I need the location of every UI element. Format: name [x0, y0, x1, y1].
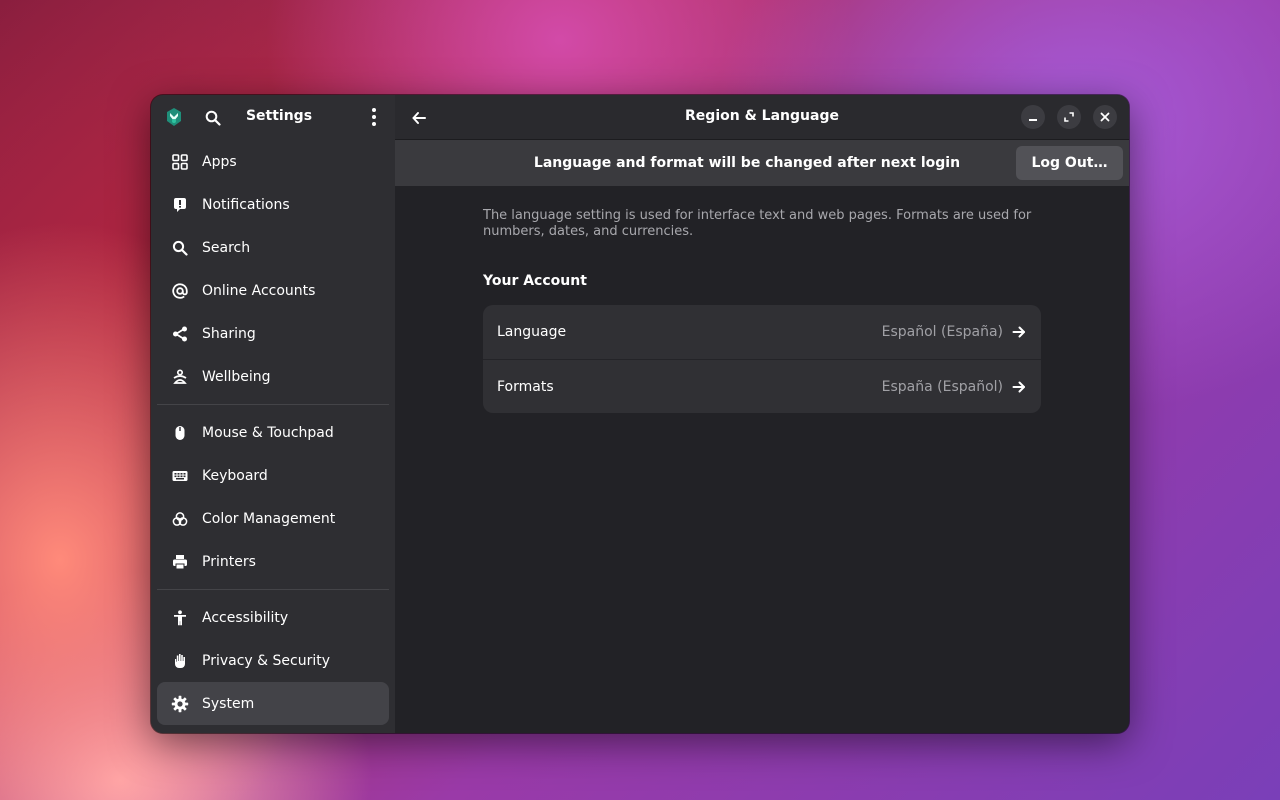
row-value: Español (España)	[881, 324, 1003, 340]
sidebar-item-keyboard[interactable]: Keyboard	[157, 454, 389, 497]
minimize-icon	[1029, 119, 1037, 121]
sidebar-item-search[interactable]: Search	[157, 226, 389, 269]
printer-icon	[171, 553, 189, 571]
hand-icon	[171, 652, 189, 670]
row-label: Language	[497, 324, 567, 340]
sidebar-item-accessibility[interactable]: Accessibility	[157, 596, 389, 639]
sidebar-item-apps[interactable]: Apps	[157, 140, 389, 183]
log-out-button[interactable]: Log Out…	[1016, 146, 1123, 180]
sidebar-item-label: Apps	[202, 153, 237, 170]
bell-icon	[171, 196, 189, 214]
maximize-button[interactable]	[1057, 105, 1081, 129]
close-icon	[1100, 112, 1110, 122]
restore-icon	[1064, 112, 1074, 122]
main-panel: Region & Language Language and format wi…	[395, 95, 1129, 733]
mouse-icon	[171, 424, 189, 442]
sidebar: Settings Apps Notifications Search Onlin…	[151, 95, 395, 733]
apps-grid-icon	[171, 153, 189, 171]
settings-window: Settings Apps Notifications Search Onlin…	[151, 95, 1129, 733]
sidebar-item-label: Online Accounts	[202, 282, 316, 299]
at-icon	[171, 282, 189, 300]
sidebar-item-online-accounts[interactable]: Online Accounts	[157, 269, 389, 312]
sidebar-item-mouse-touchpad[interactable]: Mouse & Touchpad	[157, 411, 389, 454]
sidebar-title: Settings	[245, 108, 313, 124]
section-title: Your Account	[483, 273, 587, 289]
account-settings-card: Language Español (España) Formats España…	[483, 305, 1041, 413]
sidebar-item-label: Privacy & Security	[202, 652, 330, 669]
language-row[interactable]: Language Español (España)	[483, 305, 1041, 359]
row-value: España (Español)	[881, 378, 1003, 395]
sidebar-divider	[157, 589, 389, 590]
sidebar-item-label: Color Management	[202, 510, 336, 527]
header-bar: Region & Language	[395, 95, 1129, 140]
sidebar-item-label: System	[202, 695, 255, 712]
sidebar-item-privacy-security[interactable]: Privacy & Security	[157, 639, 389, 682]
sidebar-item-color-management[interactable]: Color Management	[157, 497, 389, 540]
sidebar-item-label: Mouse & Touchpad	[202, 424, 334, 441]
color-icon	[171, 510, 189, 528]
description-text: The language setting is used for interfa…	[483, 208, 1032, 239]
search-icon	[171, 239, 189, 257]
gear-icon	[171, 695, 189, 713]
share-icon	[171, 325, 189, 343]
wellbeing-icon	[171, 368, 189, 386]
row-label: Formats	[497, 378, 554, 395]
accessibility-icon	[171, 609, 189, 627]
sidebar-item-label: Search	[202, 239, 251, 256]
sidebar-item-sharing[interactable]: Sharing	[157, 312, 389, 355]
close-button[interactable]	[1093, 105, 1117, 129]
sidebar-item-label: Printers	[202, 553, 256, 570]
sidebar-list: Apps Notifications Search Online Account…	[151, 140, 395, 725]
sidebar-item-notifications[interactable]: Notifications	[157, 183, 389, 226]
sidebar-item-wellbeing[interactable]: Wellbeing	[157, 355, 389, 398]
sidebar-divider	[157, 404, 389, 405]
sidebar-item-label: Keyboard	[202, 467, 268, 484]
formats-row[interactable]: Formats España (Español)	[483, 359, 1041, 413]
sidebar-item-label: Accessibility	[202, 609, 289, 626]
sidebar-item-printers[interactable]: Printers	[157, 540, 389, 583]
sidebar-item-system[interactable]: System	[157, 682, 389, 725]
minimize-button[interactable]	[1021, 105, 1045, 129]
sidebar-item-label: Notifications	[202, 196, 290, 213]
content-area: The language setting is used for interfa…	[483, 208, 1041, 413]
infobar-message: Language and format will be changed afte…	[533, 155, 961, 171]
relogin-infobar: Language and format will be changed afte…	[395, 140, 1129, 186]
sidebar-item-label: Wellbeing	[202, 368, 271, 385]
sidebar-item-label: Sharing	[202, 325, 256, 342]
more-menu-icon[interactable]	[367, 106, 381, 128]
page-title: Region & Language	[685, 108, 839, 124]
sidebar-header: Settings	[151, 95, 395, 140]
arrow-right-icon	[1011, 379, 1027, 395]
keyboard-icon	[171, 467, 189, 485]
arrow-right-icon	[1011, 324, 1027, 340]
